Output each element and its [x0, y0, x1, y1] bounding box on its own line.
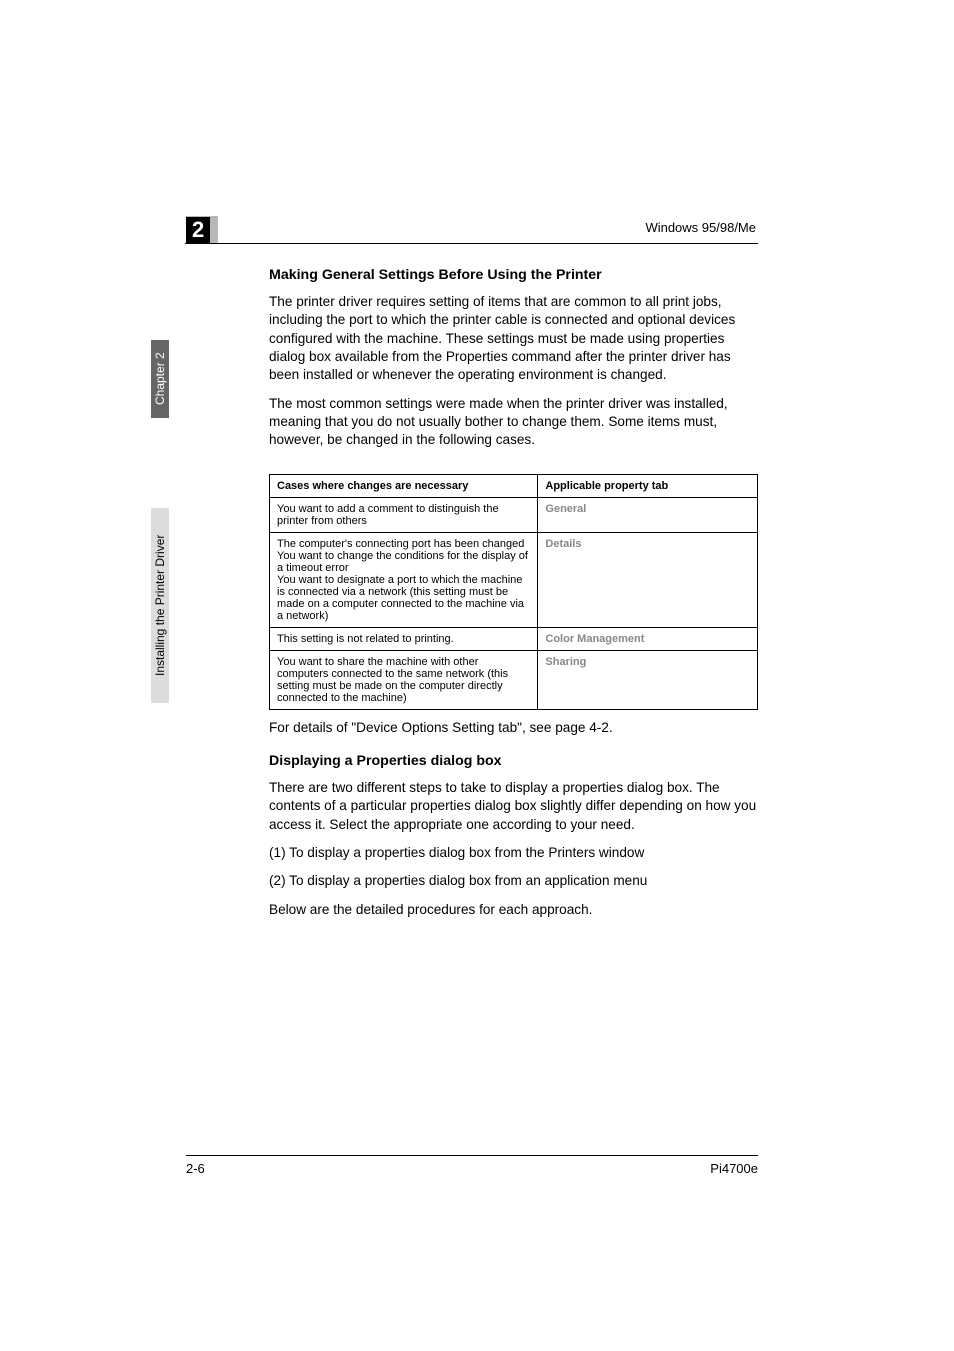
side-tab-section: Installing the Printer Driver [151, 508, 169, 703]
body-content: Making General Settings Before Using the… [269, 258, 758, 929]
footer-row: 2-6 Pi4700e [186, 1161, 758, 1176]
paragraph-cross-ref: For details of "Device Options Setting t… [269, 719, 758, 737]
header-rule [185, 243, 758, 244]
side-tab-chapter: Chapter 2 [151, 340, 169, 418]
footer-model: Pi4700e [710, 1161, 758, 1176]
table-cell-tab: Details [538, 532, 758, 627]
table-cell-case: You want to share the machine with other… [270, 650, 538, 709]
table-row: This setting is not related to printing.… [270, 627, 758, 650]
table-cell-tab: General [538, 497, 758, 532]
heading-displaying-properties: Displaying a Properties dialog box [269, 753, 758, 769]
side-tabs: Chapter 2 Installing the Printer Driver [151, 340, 169, 698]
paragraph: The printer driver requires setting of i… [269, 293, 758, 385]
chapter-number-tab: 2 [186, 216, 218, 243]
table-row: You want to share the machine with other… [270, 650, 758, 709]
paragraph: There are two different steps to take to… [269, 779, 758, 834]
table-cell-case: You want to add a comment to distinguish… [270, 497, 538, 532]
page: 2 Windows 95/98/Me Chapter 2 Installing … [0, 0, 954, 1351]
table-cell-case: This setting is not related to printing. [270, 627, 538, 650]
table-header-tab: Applicable property tab [538, 474, 758, 497]
footer-page-number: 2-6 [186, 1161, 205, 1176]
paragraph: The most common settings were made when … [269, 395, 758, 450]
list-item-1: (1) To display a properties dialog box f… [269, 844, 758, 862]
table-cell-tab: Color Management [538, 627, 758, 650]
list-item-2: (2) To display a properties dialog box f… [269, 872, 758, 890]
table-header-cases: Cases where changes are necessary [270, 474, 538, 497]
table-row: You want to add a comment to distinguish… [270, 497, 758, 532]
table-row: The computer's connecting port has been … [270, 532, 758, 627]
chapter-number: 2 [186, 217, 210, 243]
footer: 2-6 Pi4700e [186, 1155, 758, 1175]
footer-rule [186, 1155, 758, 1156]
header-os-name: Windows 95/98/Me [645, 220, 756, 235]
paragraph: Below are the detailed procedures for ea… [269, 901, 758, 919]
heading-making-general-settings: Making General Settings Before Using the… [269, 267, 758, 283]
table-cell-tab: Sharing [538, 650, 758, 709]
table-cell-case: The computer's connecting port has been … [270, 532, 538, 627]
settings-table: Cases where changes are necessary Applic… [269, 474, 758, 710]
